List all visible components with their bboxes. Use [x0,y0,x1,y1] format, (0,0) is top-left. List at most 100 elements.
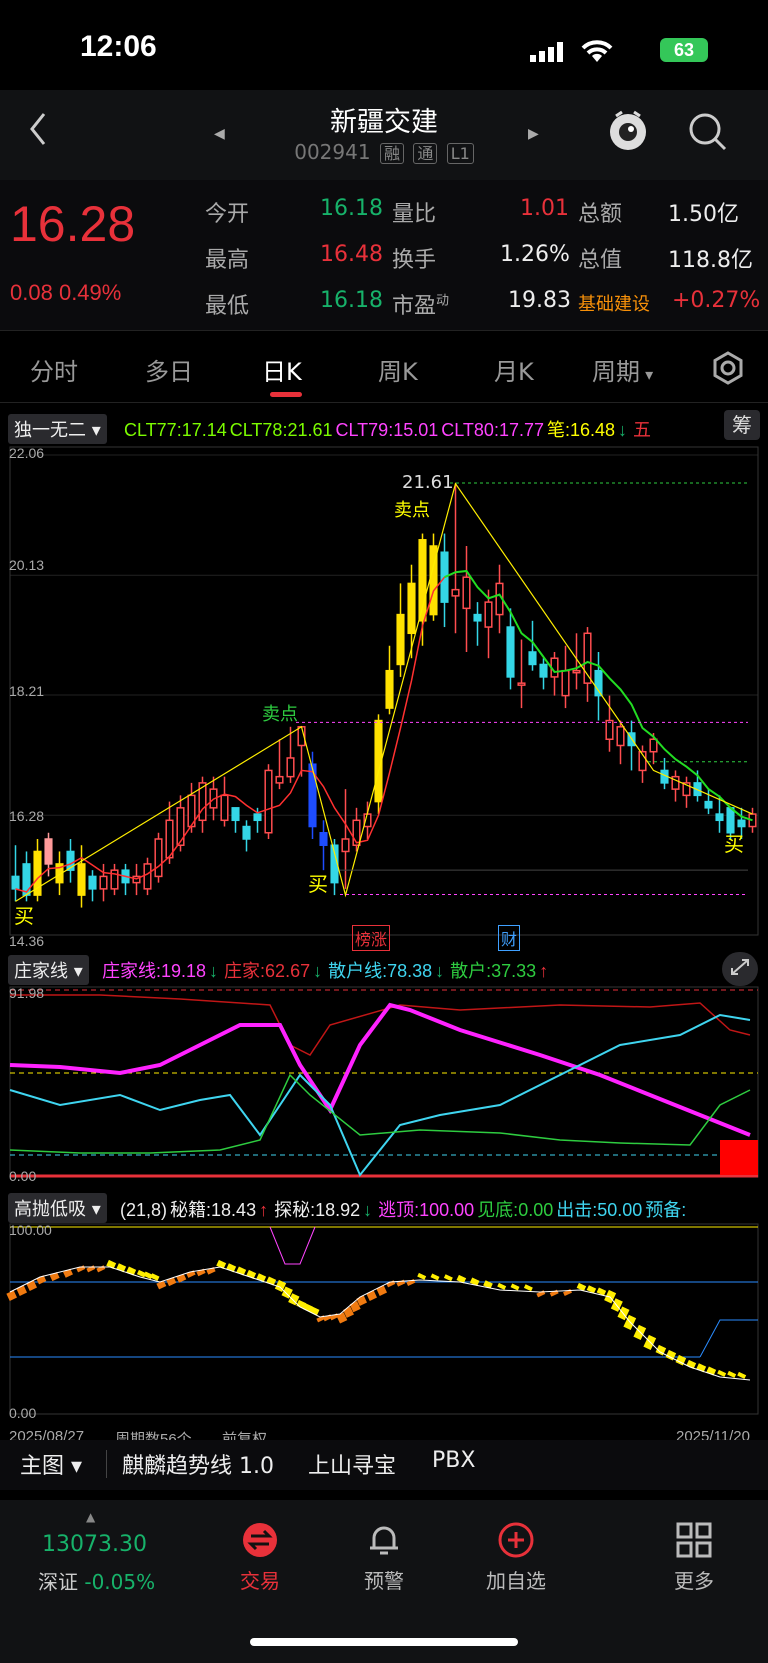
candle-body [143,863,152,890]
label-low: 最低 [205,294,250,319]
trend-block [376,1285,388,1296]
banker-line-chart[interactable] [0,985,768,1185]
sell-point-label-1: 卖点 [262,704,298,725]
mascot-icon[interactable] [606,108,650,156]
nav-alert[interactable]: 预警 [324,1520,444,1594]
banker-strength-line [10,994,751,1056]
value-high: 16.48 [320,242,383,267]
index-value[interactable]: 13073.30 [42,1532,147,1557]
tag-cai[interactable]: 财 [498,925,521,951]
trend-block [6,1290,18,1301]
candle-body [242,825,251,840]
change-value: 0.08 [10,280,53,305]
y-tick-1: 20.13 [9,557,45,573]
label-high: 最高 [205,248,250,273]
y-tick-2: 18.21 [9,683,45,699]
legend-item: (21,8) [120,1200,168,1220]
y-tick-0: 22.06 [9,445,45,461]
sub1-legend: 庄家线:19.18 ↓ 庄家:62.67 ↓ 散户线:78.38 ↓ 散户:37.33 ↑ [102,957,554,983]
tab-intraday[interactable]: 分时 [30,352,78,387]
legend-item: 预备: [645,1200,687,1220]
candle-body [407,582,416,635]
y-tick-4: 14.36 [9,933,45,949]
candle-body [275,775,284,784]
candle-body [264,769,273,834]
signal-step-line [699,1319,758,1358]
home-indicator [250,1638,518,1646]
nav-add-watchlist[interactable]: 加自选 [456,1520,576,1594]
collapse-icon[interactable]: ▲ [86,1510,95,1524]
sub2-indicator-selector[interactable]: 高抛低吸 ▾ [8,1193,107,1223]
candle-body [11,875,20,890]
candle-body [154,838,163,878]
peak-marker [269,1226,316,1265]
kline-chart[interactable] [0,445,768,945]
zigzag-line [15,482,753,902]
legend-item: 秘籍:18.43 [170,1200,257,1220]
indicator-tab-pbx[interactable]: PBX [432,1448,475,1473]
main-indicator-selector[interactable]: 独一无二 ▾ [8,414,107,444]
signal-icon [530,42,564,66]
candle-body [737,819,746,828]
indicator-tab-qilin[interactable]: 麒麟趋势线 1.0 [122,1448,274,1480]
bell-icon [370,1526,398,1555]
legend-item: CLT80:17.77 [441,420,544,440]
expand-icon[interactable] [722,952,758,986]
legend-item: 逃顶:100.00 [378,1200,475,1220]
candle-body [561,669,570,697]
tag-bangzhang[interactable]: 榜涨 [352,925,391,951]
candle-body [176,807,185,846]
legend-item: 散户线:78.38 [328,961,433,981]
candle-body [88,875,97,890]
value-volume-ratio: 1.01 [520,196,569,221]
tab-daily-k[interactable]: 日K [262,352,302,387]
trend-block [366,1290,378,1301]
indicator-tab-shangshan[interactable]: 上山寻宝 [308,1448,396,1480]
indicator-tabs: 主图 ▾ 麒麟趋势线 1.0 上山寻宝 PBX [0,1440,768,1490]
sector-name[interactable]: 基础建设 [578,290,650,316]
candle-body [704,800,713,809]
candle-body [484,601,493,628]
main-legend: CLT77:17.14 CLT78:21.61 CLT79:15.01 CLT80:1… [124,416,657,442]
index-line[interactable]: 深证 -0.05% [38,1566,155,1595]
nav-trade[interactable]: 交易 [200,1520,320,1594]
tab-weekly-k[interactable]: 周K [378,352,418,387]
nav-more[interactable]: 更多 [634,1520,754,1594]
tab-monthly-k[interactable]: 月K [494,352,534,387]
main-chart-dropdown[interactable]: 主图 ▾ [20,1448,82,1480]
price-change: 0.08 0.49% [10,280,121,306]
tab-multiday[interactable]: 多日 [145,352,193,387]
chips-button[interactable]: 筹 [724,410,760,440]
candle-body [22,863,31,896]
banker-line [9,1002,751,1137]
candle-body [451,588,460,597]
change-percent: 0.49% [58,280,122,305]
value-amount: 1.50亿 [668,202,739,227]
candle-body [319,832,328,846]
battery-icon: 63 [660,38,708,62]
y-tick-3: 16.28 [9,808,45,824]
candle-body [341,838,350,853]
status-time: 12:06 [80,30,157,63]
legend-item: 出击:50.00 [556,1200,643,1220]
value-open: 16.18 [320,196,383,221]
active-tab-indicator [270,392,302,397]
legend-item: 见底:0.00 [477,1200,554,1220]
settings-icon[interactable] [710,350,746,392]
sell-point-label-2: 卖点 [394,500,430,521]
search-icon[interactable] [688,112,728,156]
legend-item: CLT79:15.01 [335,420,439,440]
high-low-chart[interactable] [0,1222,768,1422]
sub2-y-top: 100.00 [9,1222,52,1238]
tab-period-dropdown[interactable]: 周期 ▾ [592,352,653,387]
trend-block [430,1273,440,1281]
peak-price-label: 21.61 [402,472,454,493]
trend-block [86,1265,96,1273]
candle-body [528,651,537,666]
candle-body [605,719,614,741]
legend-item: ↑ [539,961,549,981]
label-pe: 市盈动 [392,293,450,319]
trend-block [737,1371,747,1379]
candle-body [715,813,724,822]
sub1-indicator-selector[interactable]: 庄家线 ▾ [8,955,89,985]
